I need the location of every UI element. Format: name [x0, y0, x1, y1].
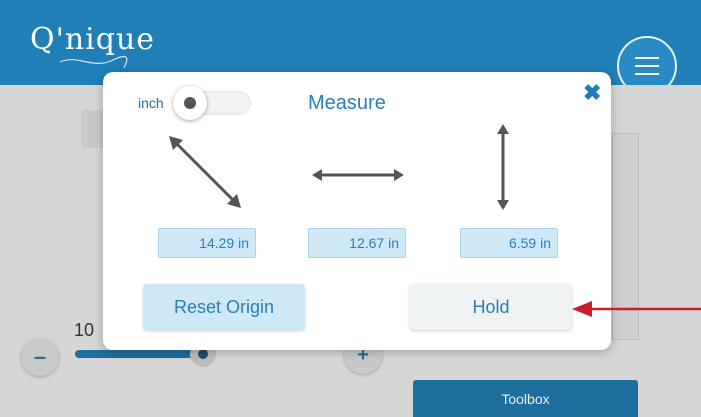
dialog-title: Measure [308, 92, 386, 114]
vertical-measurement-field: 6.59 in [460, 228, 558, 258]
zoom-slider-track[interactable] [75, 350, 205, 358]
unit-toggle-knob[interactable] [173, 86, 207, 120]
hold-button[interactable]: Hold [410, 284, 572, 330]
toolbox-button[interactable]: Toolbox [413, 380, 638, 417]
horizontal-arrow-icon [312, 169, 404, 181]
logo-swirl-icon [59, 55, 128, 69]
diagonal-arrow-icon [169, 136, 241, 208]
reset-origin-button[interactable]: Reset Origin [143, 284, 305, 330]
unit-label: inch [138, 95, 164, 111]
diagonal-measurement-field: 14.29 in [158, 228, 256, 258]
zoom-value: 10 [74, 320, 95, 340]
vertical-arrow-icon [497, 124, 509, 210]
close-icon[interactable]: ✖ [583, 82, 601, 104]
horizontal-measurement-field: 12.67 in [308, 228, 406, 258]
callout-arrow-icon [572, 301, 701, 317]
zoom-out-button[interactable]: – [21, 338, 59, 376]
measure-dialog: inch Measure ✖ 14.29 in 12.67 in 6.59 in… [103, 72, 611, 350]
